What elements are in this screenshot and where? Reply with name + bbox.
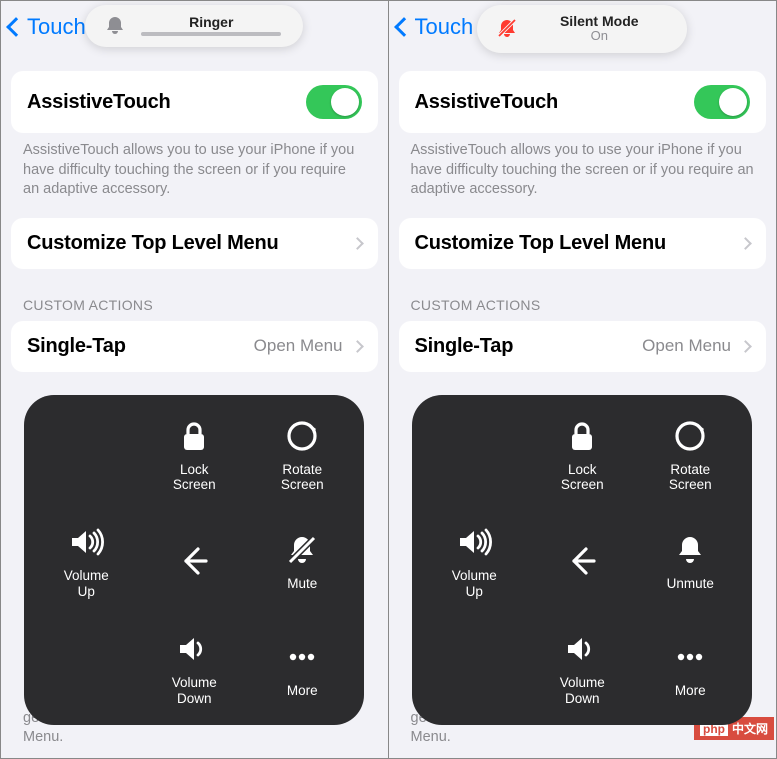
volume-up-icon xyxy=(66,522,106,562)
chevron-right-icon xyxy=(351,340,364,353)
back-button[interactable]: Touch xyxy=(9,14,86,40)
customize-label: Customize Top Level Menu xyxy=(27,232,279,255)
back-button[interactable]: Touch xyxy=(397,14,474,40)
lock-icon xyxy=(562,416,602,456)
volume-down-button[interactable]: VolumeDown xyxy=(140,614,248,721)
back-button-center[interactable] xyxy=(140,508,248,615)
rotate-icon xyxy=(282,416,322,456)
volume-up-button[interactable]: VolumeUp xyxy=(420,508,528,615)
arrow-left-icon xyxy=(174,541,214,581)
toast-title: Ringer xyxy=(141,14,281,30)
bell-slash-icon xyxy=(282,530,322,570)
volume-down-button[interactable]: VolumeDown xyxy=(528,614,636,721)
single-tap-row[interactable]: Single-Tap Open Menu xyxy=(11,321,378,372)
chevron-left-icon xyxy=(6,17,26,37)
rotate-icon xyxy=(670,416,710,456)
chevron-right-icon xyxy=(739,340,752,353)
arrow-left-icon xyxy=(562,541,602,581)
ringer-toast: Ringer xyxy=(85,5,303,47)
bell-slash-red-icon xyxy=(495,16,519,40)
volume-down-icon xyxy=(174,629,214,669)
assistivetouch-row[interactable]: AssistiveTouch xyxy=(399,71,767,133)
more-icon xyxy=(282,637,322,677)
rotate-screen-button[interactable]: RotateScreen xyxy=(636,401,744,508)
customize-menu-row[interactable]: Customize Top Level Menu xyxy=(11,218,378,269)
screenshot-left: Touch Ringer AssistiveTouch AssistiveTou… xyxy=(1,1,389,758)
volume-up-icon xyxy=(454,522,494,562)
single-tap-row[interactable]: Single-Tap Open Menu xyxy=(399,321,767,372)
assistivetouch-toggle[interactable] xyxy=(694,85,750,119)
assistivetouch-overlay: LockScreen RotateScreen VolumeUp Unmute xyxy=(412,395,752,725)
lock-screen-button[interactable]: LockScreen xyxy=(528,401,636,508)
bell-icon xyxy=(103,13,127,37)
ringer-slider xyxy=(141,32,281,36)
single-tap-label: Single-Tap xyxy=(27,335,126,358)
screenshot-right: Touch Silent Mode On AssistiveTouch Assi… xyxy=(389,1,777,758)
assistivetouch-desc: AssistiveTouch allows you to use your iP… xyxy=(389,133,777,200)
single-tap-value: Open Menu xyxy=(642,336,731,356)
assistivetouch-row[interactable]: AssistiveTouch xyxy=(11,71,378,133)
chevron-right-icon xyxy=(351,237,364,250)
lock-icon xyxy=(174,416,214,456)
rotate-screen-button[interactable]: RotateScreen xyxy=(248,401,356,508)
assistivetouch-toggle[interactable] xyxy=(306,85,362,119)
chevron-right-icon xyxy=(739,237,752,250)
silent-mode-toast: Silent Mode On xyxy=(477,5,687,53)
assistivetouch-overlay: LockScreen RotateScreen VolumeUp Mute xyxy=(24,395,364,725)
toast-sub: On xyxy=(533,28,665,43)
more-button[interactable]: More xyxy=(636,614,744,721)
unmute-button[interactable]: Unmute xyxy=(636,508,744,615)
back-button-center[interactable] xyxy=(528,508,636,615)
assistivetouch-label: AssistiveTouch xyxy=(27,91,171,114)
volume-up-button[interactable]: VolumeUp xyxy=(32,508,140,615)
more-icon xyxy=(670,637,710,677)
customize-menu-row[interactable]: Customize Top Level Menu xyxy=(399,218,767,269)
single-tap-value: Open Menu xyxy=(254,336,343,356)
custom-actions-header: CUSTOM ACTIONS xyxy=(1,269,388,317)
back-label: Touch xyxy=(415,14,474,40)
customize-label: Customize Top Level Menu xyxy=(415,232,667,255)
assistivetouch-desc: AssistiveTouch allows you to use your iP… xyxy=(1,133,388,200)
toast-title: Silent Mode xyxy=(533,13,665,29)
bell-icon xyxy=(670,530,710,570)
volume-down-icon xyxy=(562,629,602,669)
lock-screen-button[interactable]: LockScreen xyxy=(140,401,248,508)
more-button[interactable]: More xyxy=(248,614,356,721)
custom-actions-header: CUSTOM ACTIONS xyxy=(389,269,777,317)
single-tap-label: Single-Tap xyxy=(415,335,514,358)
chevron-left-icon xyxy=(394,17,414,37)
back-label: Touch xyxy=(27,14,86,40)
mute-button[interactable]: Mute xyxy=(248,508,356,615)
assistivetouch-label: AssistiveTouch xyxy=(415,91,559,114)
